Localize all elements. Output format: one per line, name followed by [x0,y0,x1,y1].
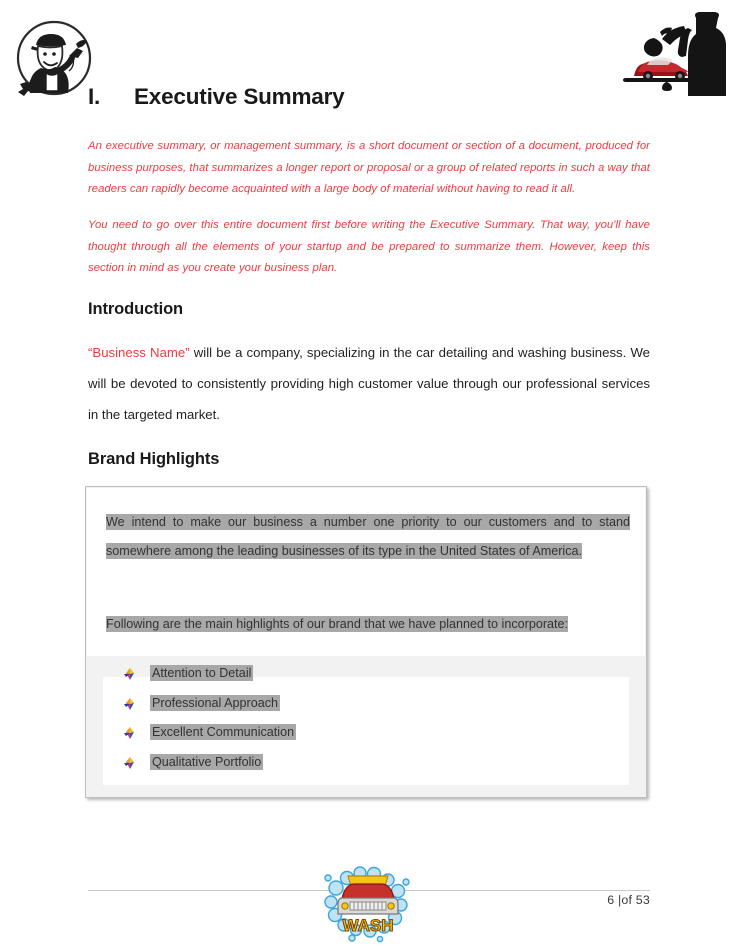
detailer-mascot-logo [14,18,98,102]
brand-highlights-list: Attention to Detail Professional Approac… [122,665,297,783]
red-note-paragraph-1: An executive summary, or management summ… [88,139,650,196]
list-item: Professional Approach [122,694,296,712]
brand-box-paragraph-2: Following are the main highlights of our… [106,610,630,640]
list-item-label: Excellent Communication [150,724,297,740]
section-numeral: I. [88,84,101,109]
page-number: 6 |of 53 [607,893,650,907]
list-item-label: Qualitative Portfolio [150,753,264,770]
brand-highlights-heading: Brand Highlights [88,450,220,469]
document-content: I. Executive Summary An executive summary… [88,84,650,487]
introduction-heading: Introduction [88,300,184,318]
brand-box-paragraph-1-text: We intend to make our business a number … [106,513,630,560]
brand-box-paragraph-1: We intend to make our business a number … [106,508,630,567]
list-item-label: Attention to Detail [150,665,254,681]
list-item-label: Professional Approach [150,694,281,711]
business-name-placeholder: “Business Name” [88,345,190,360]
car-wash-logo-text: WASH [343,916,394,935]
list-item: Attention to Detail [122,665,296,682]
four-color-diamond-bullet-icon [122,666,138,682]
list-item: Qualitative Portfolio [122,753,296,771]
four-color-diamond-bullet-icon [122,725,138,741]
four-color-diamond-bullet-icon [122,696,138,712]
car-wash-logo: WASH [322,858,414,946]
four-color-diamond-bullet-icon [122,755,138,771]
introduction-paragraph: “Business Name” will be a company, speci… [88,337,650,430]
brand-highlights-box: We intend to make our business a number … [85,486,647,798]
list-item: Excellent Communication [122,724,297,741]
brand-box-paragraph-2-text: Following are the main highlights of our… [106,615,569,632]
section-title: Executive Summary [134,84,345,109]
page-title: I. Executive Summary [88,84,650,110]
red-note-paragraph-2: You need to go over this entire document… [88,218,650,275]
